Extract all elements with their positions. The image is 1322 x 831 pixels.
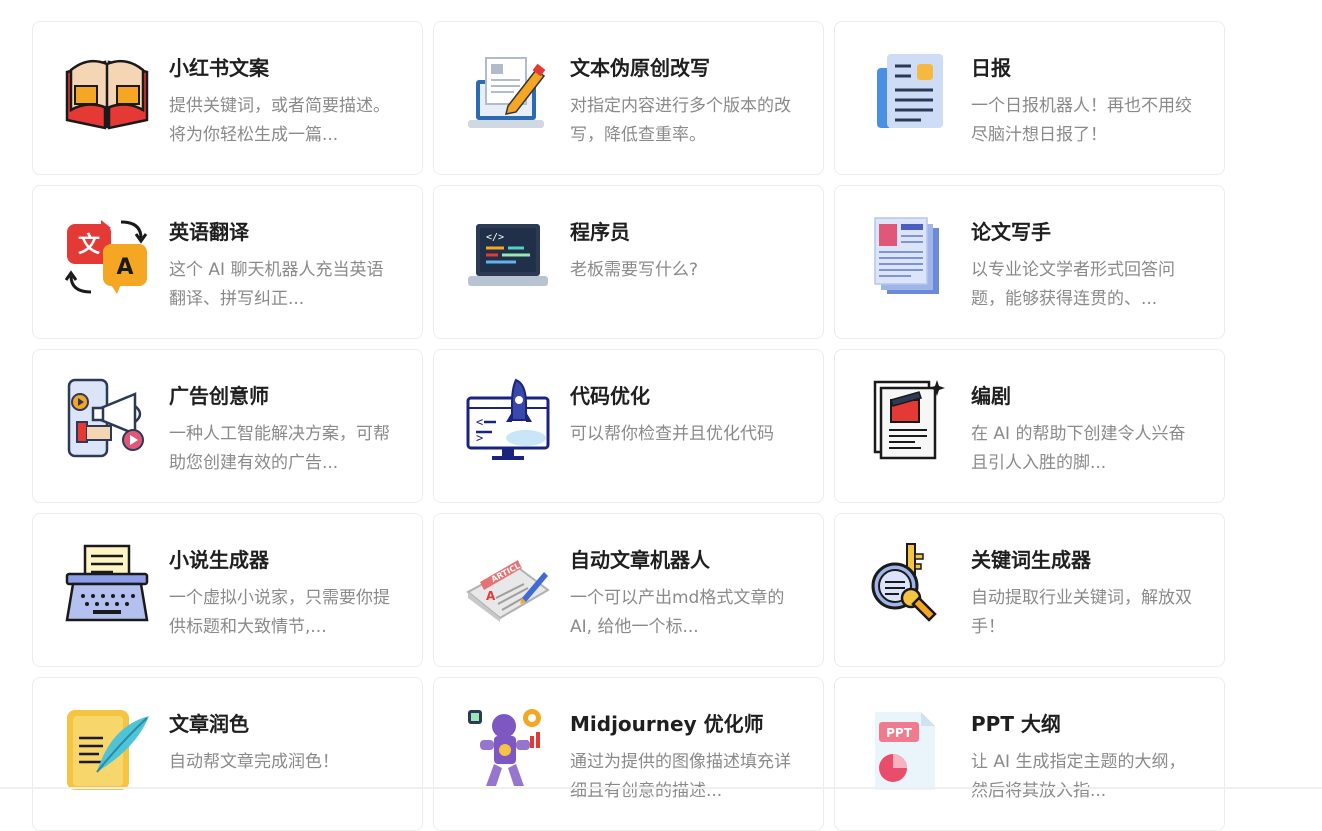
- key-search-icon: [865, 542, 953, 626]
- card-article-polish[interactable]: 文章润色 自动帮文章完成润色！: [32, 677, 423, 831]
- card-screenwriter[interactable]: 编剧 在 AI 的帮助下创建令人兴奋且引人入胜的脚...: [834, 349, 1225, 503]
- svg-text:>: >: [476, 431, 483, 445]
- card-title: 广告创意师: [169, 384, 269, 408]
- card-auto-article-bot[interactable]: ARTICLE A 自动文章机器人 一个可以产出md格式文章的AI, 给他一个标…: [433, 513, 824, 667]
- card-title: 英语翻译: [169, 220, 249, 244]
- card-title: Midjourney 优化师: [570, 712, 764, 736]
- card-ad-creative[interactable]: 广告创意师 一种人工智能解决方案，可帮助您创建有效的广告...: [32, 349, 423, 503]
- card-description: 在 AI 的帮助下创建令人兴奋且引人入胜的脚...: [971, 424, 1186, 473]
- card-text-rewrite[interactable]: 文本伪原创改写 对指定内容进行多个版本的改写，降低查重率。: [433, 21, 824, 175]
- card-title: 自动文章机器人: [570, 548, 710, 572]
- svg-text:<: <: [476, 415, 483, 429]
- megaphone-icon: [63, 378, 151, 462]
- rocket-monitor-icon: < >: [464, 378, 552, 462]
- quill-scroll-icon: [63, 706, 151, 790]
- article-icon: ARTICLE A: [464, 542, 552, 626]
- paper-icon: [865, 214, 953, 298]
- card-description: 这个 AI 聊天机器人充当英语翻译、拼写纠正...: [169, 260, 384, 309]
- card-description: 老板需要写什么?: [570, 260, 699, 280]
- card-title: 论文写手: [971, 220, 1051, 244]
- card-title: 程序员: [570, 220, 630, 244]
- svg-text:A: A: [486, 589, 496, 603]
- svg-text:A: A: [116, 255, 133, 280]
- card-description: 一种人工智能解决方案，可帮助您创建有效的广告...: [169, 424, 390, 473]
- card-code-optimization[interactable]: < > 代码优化 可以帮你检查并且优化代码: [433, 349, 824, 503]
- card-programmer[interactable]: </> 程序员 老板需要写什么?: [433, 185, 824, 339]
- prompt-card-grid: 小红书文案 提供关键词，或者简要描述。将为你轻松生成一篇... 文本伪原创改写 …: [32, 21, 1225, 831]
- card-description: 让 AI 生成指定主题的大纲，然后将其放入指...: [971, 752, 1186, 801]
- translate-icon: 文 A: [63, 214, 151, 298]
- card-title: 代码优化: [570, 384, 650, 408]
- card-description: 可以帮你检查并且优化代码: [570, 424, 774, 444]
- card-description: 一个日报机器人！再也不用绞尽脑汁想日报了！: [971, 96, 1192, 145]
- code-laptop-icon: </>: [464, 214, 552, 298]
- card-title: 日报: [971, 56, 1011, 80]
- book-icon: [63, 50, 151, 134]
- card-keyword-generator[interactable]: 关键词生成器 自动提取行业关键词，解放双手！: [834, 513, 1225, 667]
- card-midjourney-optimizer[interactable]: Midjourney 优化师 通过为提供的图像描述填充详细且有创意的描述...: [433, 677, 824, 831]
- card-title: 文章润色: [169, 712, 249, 736]
- card-english-translation[interactable]: 文 A 英语翻译 这个 AI 聊天机器人充当英语翻译、拼写纠正...: [32, 185, 423, 339]
- robot-icon: [464, 706, 552, 790]
- card-description: 一个可以产出md格式文章的AI, 给他一个标...: [570, 588, 785, 637]
- card-title: 小说生成器: [169, 548, 269, 572]
- card-description: 自动提取行业关键词，解放双手！: [971, 588, 1192, 637]
- card-description: 通过为提供的图像描述填充详细且有创意的描述...: [570, 752, 791, 801]
- card-title: 关键词生成器: [971, 548, 1091, 572]
- card-description: 一个虚拟小说家，只需要你提供标题和大致情节,...: [169, 588, 390, 637]
- card-description: 自动帮文章完成润色！: [169, 752, 339, 772]
- card-daily-report[interactable]: 日报 一个日报机器人！再也不用绞尽脑汁想日报了！: [834, 21, 1225, 175]
- laptop-edit-icon: [464, 50, 552, 134]
- card-novel-generator[interactable]: 小说生成器 一个虚拟小说家，只需要你提供标题和大致情节,...: [32, 513, 423, 667]
- script-icon: [865, 378, 953, 462]
- card-description: 提供关键词，或者简要描述。将为你轻松生成一篇...: [169, 96, 390, 145]
- card-description: 对指定内容进行多个版本的改写，降低查重率。: [570, 96, 791, 145]
- svg-text:PPT: PPT: [886, 726, 913, 740]
- card-ppt-outline[interactable]: PPT PPT 大纲 让 AI 生成指定主题的大纲，然后将其放入指...: [834, 677, 1225, 831]
- card-title: 文本伪原创改写: [570, 56, 710, 80]
- card-xiaohongshu[interactable]: 小红书文案 提供关键词，或者简要描述。将为你轻松生成一篇...: [32, 21, 423, 175]
- svg-text:文: 文: [78, 232, 101, 258]
- card-title: 编剧: [971, 384, 1011, 408]
- typewriter-icon: [63, 542, 151, 626]
- ppt-icon: PPT: [865, 706, 953, 790]
- card-title: PPT 大纲: [971, 712, 1061, 736]
- card-description: 以专业论文学者形式回答问题，能够获得连贯的、...: [971, 260, 1175, 309]
- card-paper-writer[interactable]: 论文写手 以专业论文学者形式回答问题，能够获得连贯的、...: [834, 185, 1225, 339]
- svg-text:</>: </>: [486, 232, 504, 243]
- report-icon: [865, 50, 953, 134]
- card-title: 小红书文案: [169, 56, 269, 80]
